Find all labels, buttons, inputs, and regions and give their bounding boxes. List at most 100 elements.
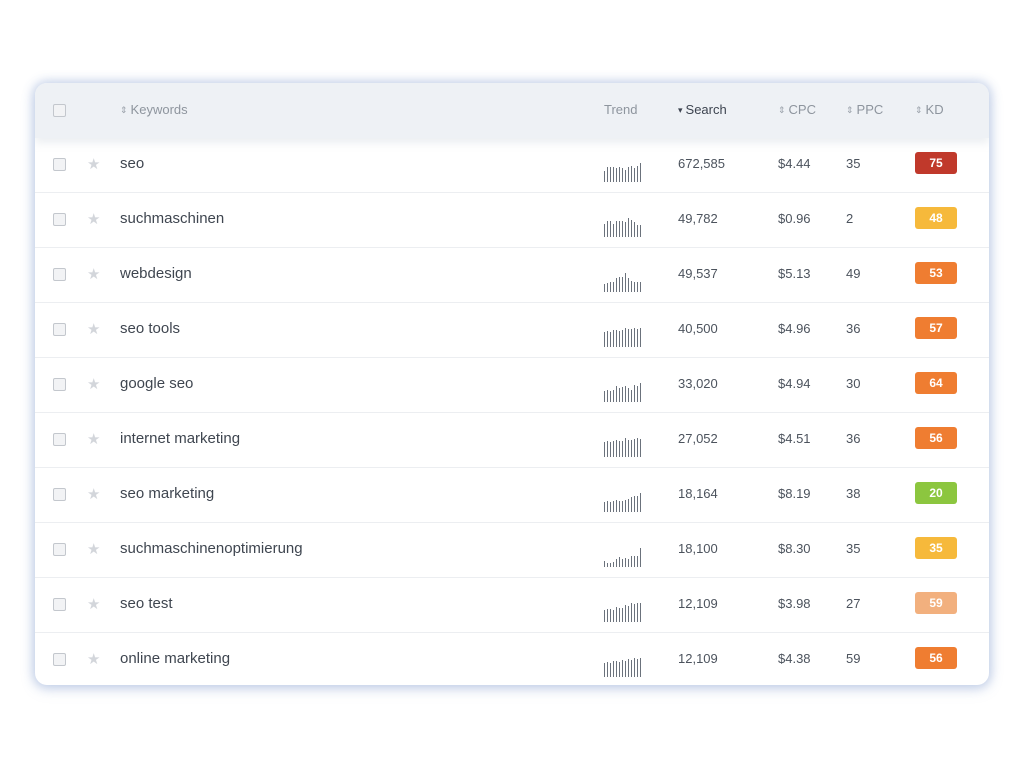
trend-bar (637, 438, 638, 457)
column-header-keywords[interactable]: ⇕ Keywords (120, 83, 188, 138)
favorite-star-icon[interactable]: ★ (87, 211, 100, 229)
row-checkbox[interactable] (53, 653, 66, 666)
trend-bar (637, 603, 638, 622)
row-checkbox[interactable] (53, 433, 66, 446)
trend-bar (634, 168, 635, 182)
table-row[interactable]: ★ seo test 12,109 $3.98 27 59 (35, 578, 989, 633)
trend-bar (619, 501, 620, 512)
column-header-ppc[interactable]: ⇕ PPC (846, 83, 883, 138)
trend-bar (616, 607, 617, 622)
search-volume-cell: 33,020 (678, 376, 718, 391)
table-row[interactable]: ★ online marketing 12,109 $4.38 59 56 (35, 633, 989, 685)
kd-badge: 20 (915, 482, 957, 504)
trend-bar (631, 440, 632, 457)
trend-sparkline (604, 492, 652, 512)
trend-bar (619, 331, 620, 347)
table-row[interactable]: ★ webdesign 49,537 $5.13 49 53 (35, 248, 989, 303)
trend-bar (625, 438, 626, 457)
trend-bar (628, 499, 629, 512)
search-volume-cell: 18,164 (678, 486, 718, 501)
keyword-cell[interactable]: seo (120, 155, 144, 173)
trend-bar (631, 220, 632, 237)
keyword-cell[interactable]: suchmaschinenoptimierung (120, 540, 303, 558)
trend-bar (610, 502, 611, 512)
column-header-kd[interactable]: ⇕ KD (915, 83, 944, 138)
keyword-cell[interactable]: suchmaschinen (120, 210, 224, 228)
row-checkbox[interactable] (53, 158, 66, 171)
trend-bar (610, 167, 611, 182)
trend-bar (634, 282, 635, 292)
row-checkbox[interactable] (53, 268, 66, 281)
trend-bar (622, 501, 623, 512)
trend-bar (616, 278, 617, 292)
row-checkbox[interactable] (53, 598, 66, 611)
favorite-star-icon[interactable]: ★ (87, 541, 100, 559)
trend-sparkline (604, 327, 652, 347)
trend-bar (616, 500, 617, 512)
favorite-star-icon[interactable]: ★ (87, 321, 100, 339)
column-header-cpc[interactable]: ⇕ CPC (778, 83, 816, 138)
keyword-cell[interactable]: seo test (120, 595, 173, 613)
sort-icon: ⇕ (915, 105, 923, 115)
trend-bar (634, 604, 635, 622)
search-volume-cell: 672,585 (678, 156, 725, 171)
keyword-cell[interactable]: webdesign (120, 265, 192, 283)
keyword-cell[interactable]: online marketing (120, 650, 230, 668)
trend-bar (619, 662, 620, 677)
column-header-search[interactable]: ▾ Search (678, 83, 727, 138)
trend-bar (613, 441, 614, 457)
row-checkbox[interactable] (53, 323, 66, 336)
trend-bar (622, 277, 623, 292)
row-checkbox[interactable] (53, 488, 66, 501)
table-row[interactable]: ★ internet marketing 27,052 $4.51 36 56 (35, 413, 989, 468)
table-row[interactable]: ★ suchmaschinenoptimierung 18,100 $8.30 35 35 (35, 523, 989, 578)
trend-bar (634, 385, 635, 402)
trend-bar (640, 328, 641, 347)
table-row[interactable]: ★ seo tools 40,500 $4.96 36 57 (35, 303, 989, 358)
table-row[interactable]: ★ seo marketing 18,164 $8.19 38 20 (35, 468, 989, 523)
cpc-cell: $4.38 (778, 651, 811, 666)
trend-bar (604, 610, 605, 622)
trend-bar (610, 332, 611, 347)
trend-bar (622, 221, 623, 237)
keyword-cell[interactable]: internet marketing (120, 430, 240, 448)
favorite-star-icon[interactable]: ★ (87, 596, 100, 614)
favorite-star-icon[interactable]: ★ (87, 651, 100, 669)
row-checkbox[interactable] (53, 543, 66, 556)
trend-bar (625, 661, 626, 677)
trend-bar (610, 663, 611, 677)
trend-sparkline (604, 602, 652, 622)
search-volume-cell: 18,100 (678, 541, 718, 556)
trend-sparkline (604, 217, 652, 237)
row-checkbox[interactable] (53, 213, 66, 226)
keyword-cell[interactable]: seo tools (120, 320, 180, 338)
table-row[interactable]: ★ suchmaschinen 49,782 $0.96 2 48 (35, 193, 989, 248)
trend-bar (619, 167, 620, 182)
trend-bar (616, 440, 617, 457)
trend-bar (637, 659, 638, 677)
favorite-star-icon[interactable]: ★ (87, 486, 100, 504)
trend-bar (613, 282, 614, 292)
favorite-star-icon[interactable]: ★ (87, 156, 100, 174)
select-all-checkbox[interactable] (53, 104, 66, 117)
favorite-star-icon[interactable]: ★ (87, 266, 100, 284)
trend-bar (616, 168, 617, 182)
search-volume-cell: 49,537 (678, 266, 718, 281)
keyword-cell[interactable]: google seo (120, 375, 193, 393)
search-volume-cell: 27,052 (678, 431, 718, 446)
trend-bar (604, 502, 605, 512)
ppc-cell: 38 (846, 486, 861, 501)
trend-bar (625, 558, 626, 567)
trend-bar (607, 441, 608, 457)
trend-bar (610, 563, 611, 567)
table-row[interactable]: ★ google seo 33,020 $4.94 30 64 (35, 358, 989, 413)
search-volume-cell: 12,109 (678, 596, 718, 611)
row-checkbox[interactable] (53, 378, 66, 391)
favorite-star-icon[interactable]: ★ (87, 431, 100, 449)
keyword-cell[interactable]: seo marketing (120, 485, 214, 503)
trend-bar (622, 608, 623, 622)
trend-bar (622, 330, 623, 347)
favorite-star-icon[interactable]: ★ (87, 376, 100, 394)
cpc-cell: $4.51 (778, 431, 811, 446)
table-row[interactable]: ★ seo 672,585 $4.44 35 75 (35, 138, 989, 193)
